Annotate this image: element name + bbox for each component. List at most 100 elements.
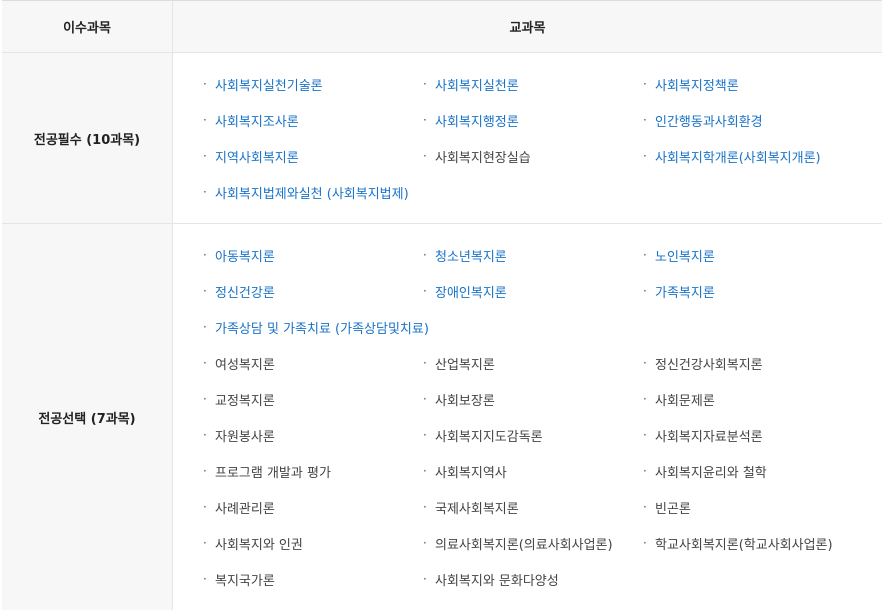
- bullet-icon: ·: [203, 113, 207, 127]
- subject-label[interactable]: 노인복지론: [655, 246, 715, 265]
- bullet-icon: ·: [423, 149, 427, 163]
- subject-label: 프로그램 개발과 평가: [215, 465, 331, 481]
- bullet-icon: ·: [203, 536, 207, 550]
- subject-label[interactable]: 사회복지행정론: [435, 111, 519, 130]
- subject-item: · 학교사회복지론(학교사회사업론): [643, 525, 863, 561]
- bullet-icon: ·: [423, 536, 427, 550]
- subject-label: 사회보장론: [435, 393, 495, 409]
- bullet-icon: ·: [643, 77, 647, 91]
- bullet-icon: ·: [203, 464, 207, 478]
- subject-link[interactable]: · 사회복지학개론(사회복지개론): [643, 138, 863, 174]
- subject-label: 여성복지론: [215, 357, 275, 373]
- bullet-icon: ·: [643, 464, 647, 478]
- subject-item: · 프로그램 개발과 평가: [203, 453, 423, 489]
- subject-label[interactable]: 사회복지정책론: [655, 75, 739, 94]
- subject-label[interactable]: 가족복지론: [655, 282, 715, 301]
- bullet-icon: ·: [423, 77, 427, 91]
- subject-link[interactable]: · 지역사회복지론: [203, 138, 423, 174]
- subject-label[interactable]: 사회복지법제와실천 (사회복지법제): [215, 183, 409, 202]
- subject-link[interactable]: · 정신건강론: [203, 273, 423, 309]
- bullet-icon: ·: [423, 356, 427, 370]
- subject-item: · 자원봉사론: [203, 417, 423, 453]
- subject-item: · 사회복지와 문화다양성: [423, 561, 643, 597]
- header-course-type: 이수과목: [2, 1, 173, 52]
- subject-link[interactable]: · 사회복지실천론: [423, 66, 643, 102]
- subject-link[interactable]: · 인간행동과사회환경: [643, 102, 863, 138]
- subject-label: 자원봉사론: [215, 429, 275, 445]
- subject-label[interactable]: 아동복지론: [215, 246, 275, 265]
- subject-item: · 여성복지론: [203, 345, 423, 381]
- subject-label[interactable]: 가족상담 및 가족치료 (가족상담및치료): [215, 318, 429, 337]
- subject-item: · 사회복지자료분석론: [643, 417, 863, 453]
- bullet-icon: ·: [203, 248, 207, 262]
- subject-item: · 사회복지지도감독론: [423, 417, 643, 453]
- subject-label: 의료사회복지론(의료사회사업론): [435, 537, 613, 553]
- subject-label[interactable]: 사회복지실천론: [435, 75, 519, 94]
- subject-label[interactable]: 인간행동과사회환경: [655, 111, 763, 130]
- subject-label[interactable]: 사회복지조사론: [215, 111, 299, 130]
- bullet-icon: ·: [643, 392, 647, 406]
- subject-label: 사회복지역사: [435, 465, 507, 481]
- subject-label[interactable]: 장애인복지론: [435, 282, 507, 301]
- subject-label[interactable]: 사회복지실천기술론: [215, 75, 323, 94]
- subject-label: 교정복지론: [215, 393, 275, 409]
- subject-label: 복지국가론: [215, 573, 275, 589]
- subject-item: · 사회보장론: [423, 381, 643, 417]
- subject-link[interactable]: · 아동복지론: [203, 237, 423, 273]
- subject-label: 사회복지자료분석론: [655, 429, 763, 445]
- bullet-icon: ·: [423, 464, 427, 478]
- bullet-icon: ·: [423, 392, 427, 406]
- subject-link[interactable]: · 사회복지행정론: [423, 102, 643, 138]
- subject-label: 사회복지윤리와 철학: [655, 465, 767, 481]
- subject-item: · 사회문제론: [643, 381, 863, 417]
- subject-link[interactable]: · 가족복지론: [643, 273, 863, 309]
- subject-link[interactable]: · 사회복지법제와실천 (사회복지법제): [203, 174, 423, 210]
- subject-label[interactable]: 정신건강론: [215, 282, 275, 301]
- bullet-icon: ·: [423, 248, 427, 262]
- subject-label[interactable]: 사회복지학개론(사회복지개론): [655, 147, 821, 166]
- subject-link[interactable]: · 장애인복지론: [423, 273, 643, 309]
- subject-link[interactable]: · 가족상담 및 가족치료 (가족상담및치료): [203, 309, 863, 345]
- subject-item: · 의료사회복지론(의료사회사업론): [423, 525, 643, 561]
- bullet-icon: ·: [203, 77, 207, 91]
- bullet-icon: ·: [203, 320, 207, 334]
- subject-item: · 국제사회복지론: [423, 489, 643, 525]
- subject-label: 학교사회복지론(학교사회사업론): [655, 537, 833, 553]
- bullet-icon: ·: [643, 536, 647, 550]
- subject-label: 빈곤론: [655, 501, 691, 517]
- subject-item: · 복지국가론: [203, 561, 423, 597]
- subject-link[interactable]: · 사회복지조사론: [203, 102, 423, 138]
- subject-item: · 사회복지현장실습: [423, 138, 643, 174]
- subject-grid: · 아동복지론 · 청소년복지론 · 노인복지론 · 정신건강론 · 장애인복지론 · 가족복지론 · 가…: [173, 224, 882, 610]
- bullet-icon: ·: [203, 185, 207, 199]
- section-label: 전공필수 (10과목): [2, 53, 173, 223]
- subject-label[interactable]: 청소년복지론: [435, 246, 507, 265]
- subject-link[interactable]: · 노인복지론: [643, 237, 863, 273]
- bullet-icon: ·: [203, 500, 207, 514]
- bullet-icon: ·: [203, 428, 207, 442]
- bullet-icon: ·: [643, 113, 647, 127]
- subject-item: · 사회복지역사: [423, 453, 643, 489]
- bullet-icon: ·: [643, 356, 647, 370]
- subject-item: · 빈곤론: [643, 489, 863, 525]
- subject-item: · 사회복지와 인권: [203, 525, 423, 561]
- bullet-icon: ·: [203, 149, 207, 163]
- subject-link[interactable]: · 사회복지정책론: [643, 66, 863, 102]
- bullet-icon: ·: [643, 248, 647, 262]
- header-subjects: 교과목: [173, 1, 882, 52]
- subject-grid: · 사회복지실천기술론 · 사회복지실천론 · 사회복지정책론 · 사회복지조사론 · 사회복지행…: [173, 53, 882, 223]
- bullet-icon: ·: [423, 113, 427, 127]
- subject-link[interactable]: · 사회복지실천기술론: [203, 66, 423, 102]
- bullet-icon: ·: [423, 284, 427, 298]
- bullet-icon: ·: [643, 149, 647, 163]
- bullet-icon: ·: [643, 428, 647, 442]
- subject-item: · 산업복지론: [423, 345, 643, 381]
- subject-item: · 사례관리론: [203, 489, 423, 525]
- bullet-icon: ·: [423, 500, 427, 514]
- subject-label[interactable]: 지역사회복지론: [215, 147, 299, 166]
- subject-label: 정신건강사회복지론: [655, 357, 763, 373]
- bullet-icon: ·: [643, 500, 647, 514]
- subject-item: · 교정복지론: [203, 381, 423, 417]
- subject-link[interactable]: · 청소년복지론: [423, 237, 643, 273]
- subject-label: 사회복지와 문화다양성: [435, 573, 559, 589]
